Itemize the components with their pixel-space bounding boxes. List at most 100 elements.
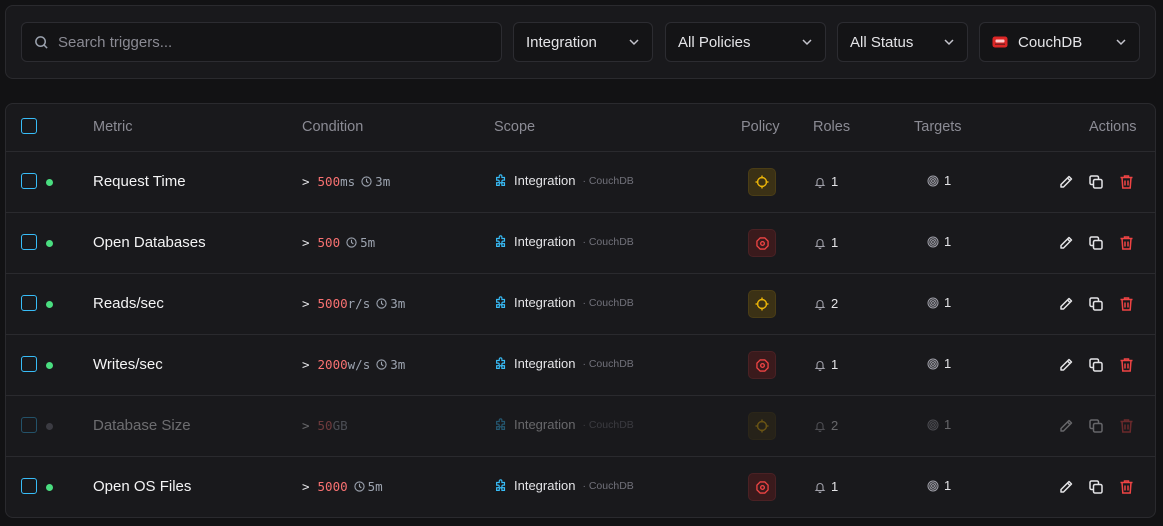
select-all-checkbox[interactable] [21, 118, 37, 134]
header-metric: Metric [93, 119, 133, 135]
status-dot [46, 362, 53, 369]
edit-button[interactable] [1057, 356, 1075, 374]
policy-badge [748, 290, 776, 318]
scope: Integration · CouchDB [494, 478, 634, 493]
table-row[interactable]: Reads/sec > 5000 r/s 3m Integration · Co… [6, 273, 1155, 334]
chevron-down-icon [944, 39, 954, 46]
duplicate-button[interactable] [1087, 173, 1105, 191]
duplicate-button[interactable] [1087, 356, 1105, 374]
scope: Integration · CouchDB [494, 173, 634, 188]
delete-button[interactable] [1117, 478, 1135, 496]
delete-button[interactable] [1117, 417, 1135, 435]
scope-label: Integration [514, 417, 576, 432]
delete-button[interactable] [1117, 173, 1135, 191]
status-dot [46, 240, 53, 247]
table-row[interactable]: Open Databases > 500 5m Integration · Co… [6, 212, 1155, 273]
bell-icon [814, 421, 826, 432]
roles-count: 1 [814, 479, 838, 494]
alert-octagon-icon [755, 236, 769, 250]
scope-database: · CouchDB [582, 479, 634, 492]
database-filter-dropdown[interactable]: CouchDB [979, 22, 1140, 62]
row-checkbox[interactable] [21, 356, 37, 372]
table-row[interactable]: Open OS Files > 5000 5m Integration · Co… [6, 456, 1155, 517]
delete-button[interactable] [1117, 356, 1135, 374]
condition-value: 500 [317, 174, 341, 189]
integration-filter-label: Integration [526, 33, 597, 51]
table-row[interactable]: Request Time > 500 ms 3m Integration · C… [6, 151, 1155, 212]
duplicate-button[interactable] [1087, 478, 1105, 496]
metric-name: Reads/sec [93, 295, 164, 312]
roles-value: 1 [831, 174, 839, 189]
edit-button[interactable] [1057, 234, 1075, 252]
duplicate-button[interactable] [1087, 417, 1105, 435]
pencil-icon [1060, 175, 1073, 188]
header-actions: Actions [1089, 119, 1137, 135]
header-targets: Targets [914, 119, 962, 135]
row-checkbox[interactable] [21, 295, 37, 311]
edit-button[interactable] [1057, 417, 1075, 435]
targets-count: 1 [927, 478, 951, 493]
roles-count: 2 [814, 296, 838, 311]
bell-icon [814, 177, 826, 188]
condition-value: 500 [317, 235, 341, 250]
status-filter-dropdown[interactable]: All Status [837, 22, 968, 62]
status-dot [46, 179, 53, 186]
bell-icon [814, 238, 826, 249]
roles-count: 1 [814, 357, 838, 372]
scope: Integration · CouchDB [494, 356, 634, 371]
chevron-down-icon [629, 39, 639, 46]
delete-button[interactable] [1117, 234, 1135, 252]
row-checkbox[interactable] [21, 173, 37, 189]
database-filter-label: CouchDB [1018, 33, 1083, 51]
targets-value: 1 [944, 173, 952, 188]
roles-count: 1 [814, 235, 838, 250]
condition-unit: ms [340, 174, 356, 189]
duration-value: 3m [375, 174, 391, 189]
integration-filter-dropdown[interactable]: Integration [513, 22, 653, 62]
delete-button[interactable] [1117, 295, 1135, 313]
table-row[interactable]: Writes/sec > 2000 w/s 3m Integration · C… [6, 334, 1155, 395]
trash-icon [1120, 236, 1132, 250]
metric-name: Request Time [93, 173, 186, 190]
row-checkbox[interactable] [21, 478, 37, 494]
policy-filter-dropdown[interactable]: All Policies [665, 22, 826, 62]
row-checkbox[interactable] [21, 417, 37, 433]
scope-database: · CouchDB [582, 174, 634, 187]
status-dot [46, 301, 53, 308]
targets-value: 1 [944, 417, 952, 432]
bell-icon [814, 482, 826, 493]
header-condition: Condition [302, 119, 364, 135]
crosshair-icon [755, 419, 769, 433]
puzzle-icon [496, 295, 506, 308]
search-input[interactable]: Search triggers... [21, 22, 502, 62]
condition-operator: > [302, 296, 310, 311]
roles-count: 1 [814, 174, 838, 189]
header-roles: Roles [813, 119, 851, 135]
duration-value: 5m [360, 235, 376, 250]
chevron-down-icon [802, 39, 812, 46]
condition-value: 2000 [317, 357, 348, 372]
edit-button[interactable] [1057, 478, 1075, 496]
metric-name: Database Size [93, 417, 191, 434]
condition-duration: 5m [346, 235, 375, 250]
clock-icon [376, 359, 387, 370]
targets-count: 1 [927, 234, 951, 249]
duplicate-button[interactable] [1087, 295, 1105, 313]
duplicate-button[interactable] [1087, 234, 1105, 252]
edit-button[interactable] [1057, 295, 1075, 313]
condition-unit: GB [332, 418, 348, 433]
targets-value: 1 [944, 234, 952, 249]
targets-count: 1 [927, 356, 951, 371]
header-scope: Scope [494, 119, 536, 135]
triggers-table: Metric Condition Scope Policy Roles Targ… [5, 103, 1156, 518]
scope-label: Integration [514, 478, 576, 493]
edit-button[interactable] [1057, 173, 1075, 191]
trash-icon [1120, 297, 1132, 311]
table-row[interactable]: Database Size > 50 GB Integration · Couc… [6, 395, 1155, 456]
duration-value: 3m [390, 357, 406, 372]
row-checkbox[interactable] [21, 234, 37, 250]
search-placeholder: Search triggers... [58, 33, 173, 51]
alert-octagon-icon [755, 480, 769, 494]
pencil-icon [1060, 358, 1073, 371]
condition-unit: w/s [347, 357, 371, 372]
